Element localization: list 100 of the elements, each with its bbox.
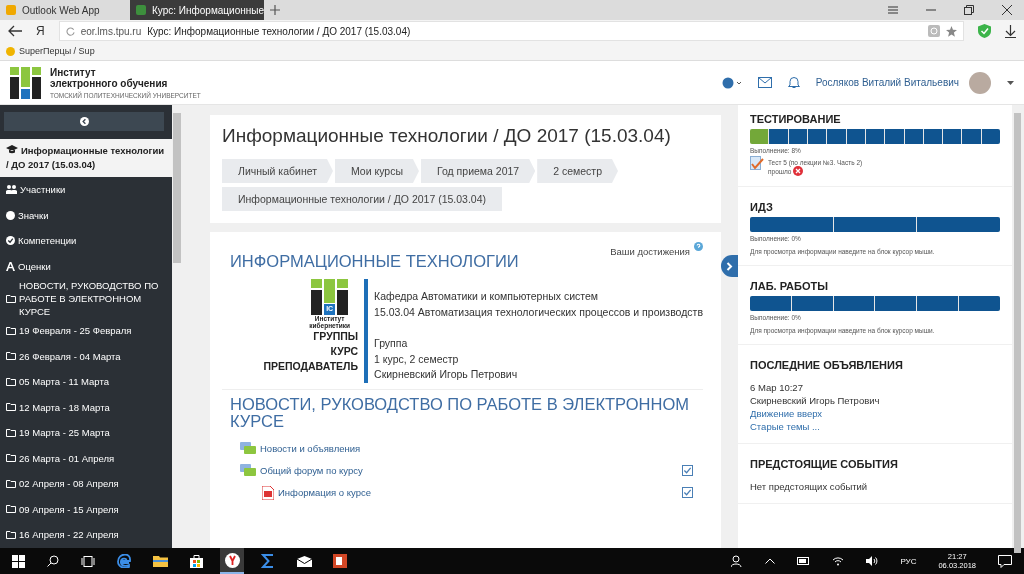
speaker-icon[interactable]: [866, 556, 879, 566]
folder-icon: [6, 403, 16, 412]
folder-icon: [6, 294, 16, 303]
bookmark-link[interactable]: SuperПерцы / Sup: [6, 46, 95, 56]
language-indicator[interactable]: РУС: [900, 556, 917, 566]
nav-item[interactable]: Оценки: [0, 253, 172, 279]
activity-link[interactable]: Информация о курсе: [278, 487, 371, 498]
scrollbar-thumb[interactable]: [173, 113, 181, 263]
progress-segment[interactable]: [923, 129, 943, 144]
letter-a-icon: [6, 261, 15, 271]
achievements-link[interactable]: Ваши достижения: [610, 246, 690, 257]
forum-icon: [240, 463, 256, 478]
course-title: Информационные технологии / ДО 2017 (15.03.04): [222, 125, 672, 147]
help-icon[interactable]: [694, 242, 703, 251]
user-name[interactable]: Росляков Виталий Витальевич: [815, 77, 959, 88]
breadcrumb-current: Информационные технологии / ДО 2017 (15.03.04): [222, 187, 503, 211]
nav-item[interactable]: Компетенции: [0, 228, 172, 254]
course-nav-item[interactable]: Информационные технологии / ДО 2017 (15.03.04): [0, 139, 172, 177]
caret-icon[interactable]: [1007, 80, 1014, 85]
star-icon[interactable]: [946, 25, 957, 37]
progress-segment[interactable]: [943, 129, 962, 144]
completion-checkbox[interactable]: [682, 487, 693, 498]
download-icon[interactable]: [1005, 24, 1016, 38]
nav-item[interactable]: 05 Марта - 11 Марта: [0, 369, 172, 395]
progress-segment[interactable]: [917, 296, 959, 311]
search-icon[interactable]: [47, 555, 59, 567]
progress-segment[interactable]: [833, 296, 875, 311]
folder-icon: [6, 428, 16, 437]
nav-item[interactable]: Участники: [0, 177, 172, 203]
close-icon[interactable]: [1002, 5, 1012, 15]
progress-segment[interactable]: [788, 129, 807, 144]
collapse-button[interactable]: [4, 112, 164, 131]
block-title: ЛАБ. РАБОТЫ: [750, 280, 829, 292]
announcement-link[interactable]: Движение вверх: [750, 407, 1000, 420]
people-icon: [6, 185, 17, 195]
activity-link[interactable]: Новости и объявления: [260, 443, 361, 454]
people-icon[interactable]: [731, 555, 744, 567]
browser-tab[interactable]: Курс: Информационные: [130, 0, 264, 20]
breadcrumb-link[interactable]: 2 семестр: [537, 159, 618, 183]
field-label: КУРС: [330, 344, 359, 359]
nav-item[interactable]: 26 Февраля - 04 Марта: [0, 343, 172, 369]
folder-icon: [6, 530, 16, 539]
nav-item[interactable]: 09 Апреля - 15 Апреля: [0, 496, 172, 522]
mail-icon[interactable]: [757, 77, 772, 88]
field-label: ПРЕПОДАВАТЕЛЬ: [263, 359, 359, 374]
logo-title: Институт: [50, 66, 97, 78]
notification-icon[interactable]: [998, 554, 1012, 568]
announcement-link[interactable]: Старые темы ...: [750, 420, 1000, 433]
logo-title: электронного обучения: [50, 77, 169, 89]
nav-item[interactable]: 16 Апреля - 22 Апреля: [0, 522, 172, 548]
restore-icon[interactable]: [964, 5, 974, 15]
progress-segment[interactable]: [807, 129, 827, 144]
chevron-up-icon[interactable]: [765, 558, 776, 564]
folder-icon: [6, 454, 16, 463]
institute-logo-icon: [10, 66, 42, 99]
nav-item[interactable]: 19 Марта - 25 Марта: [0, 420, 172, 446]
activity-link[interactable]: Общий форум по курсу: [260, 465, 363, 476]
windows-start-icon[interactable]: [12, 554, 25, 568]
progress-segment[interactable]: [875, 296, 917, 311]
folder-icon: [6, 377, 16, 386]
progress-segment[interactable]: [981, 129, 1000, 144]
nav-item[interactable]: 19 Февраля - 25 Февраля: [0, 318, 172, 344]
breadcrumb-link[interactable]: Год приема 2017: [420, 159, 536, 183]
scrollbar-thumb[interactable]: [1014, 113, 1021, 553]
expand-button[interactable]: [721, 255, 738, 277]
section-heading: НОВОСТИ, РУКОВОДСТВО ПО РАБОТЕ В ЭЛЕКТРОННОМ КУРСЕ: [230, 395, 690, 430]
arrow-left-icon: [79, 117, 89, 126]
task-view-icon[interactable]: [81, 555, 95, 567]
folder-icon: [6, 326, 16, 335]
menu-icon[interactable]: [888, 6, 898, 14]
address-field[interactable]: eor.lms.tpu.ru Курс: Информационные технологии / ДО 2017 (15.03.04): [58, 21, 964, 41]
announcement-date: 6 Мар 10:27: [750, 381, 804, 394]
bell-icon[interactable]: [787, 76, 800, 89]
block-title: ИДЗ: [750, 201, 774, 213]
progress-segment[interactable]: [791, 296, 833, 311]
progress-segment[interactable]: [865, 129, 885, 144]
block-title: ТЕСТИРОВАНИЕ: [750, 113, 842, 125]
chevron-right-icon: [726, 261, 733, 271]
nav-item[interactable]: 26 Марта - 01 Апреля: [0, 445, 172, 471]
browser-tab[interactable]: Outlook Web App: [0, 0, 130, 20]
progress-segment[interactable]: [846, 129, 865, 144]
block-title: ПОСЛЕДНИЕ ОБЪЯВЛЕНИЯ: [750, 359, 904, 371]
back-icon[interactable]: [8, 25, 22, 37]
battery-icon[interactable]: [797, 557, 811, 565]
nav-item[interactable]: НОВОСТИ, РУКОВОДСТВО ПО РАБОТЕ В ЭЛЕКТРОННОМ КУРСЕ: [0, 279, 172, 318]
nav-item[interactable]: 12 Марта - 18 Марта: [0, 394, 172, 420]
circle-icon: [6, 210, 15, 220]
progress-segment[interactable]: [904, 129, 923, 144]
nav-item[interactable]: Значки: [0, 202, 172, 228]
folder-icon: [6, 352, 16, 361]
globe-icon[interactable]: [721, 76, 742, 89]
breadcrumb-link[interactable]: Личный кабинет: [222, 159, 333, 183]
taskbar-app-icon[interactable]: [220, 548, 244, 574]
program-text: 15.03.04 Автоматизация технологических процессов и производств: [374, 304, 703, 320]
completion-checkbox[interactable]: [682, 465, 693, 476]
breadcrumb-link[interactable]: Мои курсы: [335, 159, 419, 183]
nav-item[interactable]: 02 Апреля - 08 Апреля: [0, 471, 172, 497]
progress-segment[interactable]: [833, 217, 917, 232]
wifi-icon[interactable]: [832, 556, 845, 566]
yandex-button[interactable]: Я: [36, 24, 45, 38]
